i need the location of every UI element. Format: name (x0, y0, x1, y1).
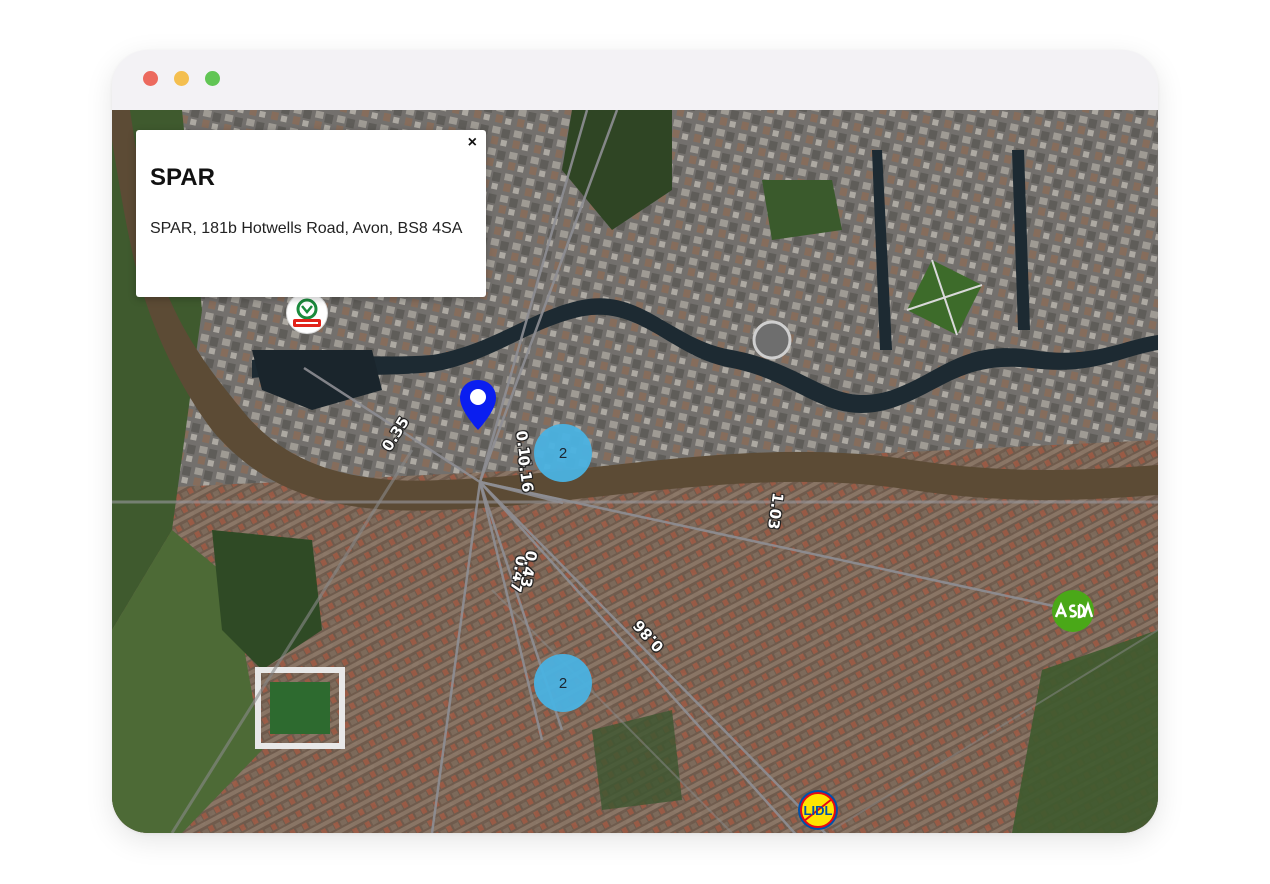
marker-cluster[interactable]: 2 (534, 654, 592, 712)
store-info-popup: × SPAR SPAR, 181b Hotwells Road, Avon, B… (136, 130, 486, 297)
cluster-count: 2 (558, 674, 568, 692)
browser-window: 0.35 0.14 0.16 1.03 0.47 0.43 0.86 2 2 L… (112, 50, 1158, 833)
window-titlebar (112, 50, 1158, 110)
lidl-store-marker[interactable]: LIDL (798, 790, 838, 830)
marker-cluster[interactable]: 2 (534, 424, 592, 482)
window-minimize-button[interactable] (174, 71, 189, 86)
popup-title: SPAR (150, 164, 215, 191)
window-maximize-button[interactable] (205, 71, 220, 86)
asda-logo-icon (1054, 601, 1093, 619)
cluster-count: 2 (558, 444, 568, 462)
spar-logo-icon (293, 298, 321, 327)
lidl-logo-icon: LIDL (800, 792, 836, 828)
satellite-map[interactable]: 0.35 0.14 0.16 1.03 0.47 0.43 0.86 2 2 L… (112, 110, 1158, 833)
window-close-button[interactable] (143, 71, 158, 86)
asda-store-marker[interactable] (1052, 590, 1094, 632)
svg-text:LIDL: LIDL (804, 803, 833, 818)
current-location-pin-icon[interactable] (458, 378, 498, 432)
popup-close-button[interactable]: × (468, 134, 477, 152)
spar-store-marker[interactable] (286, 292, 328, 334)
popup-address: SPAR, 181b Hotwells Road, Avon, BS8 4SA (150, 220, 463, 237)
